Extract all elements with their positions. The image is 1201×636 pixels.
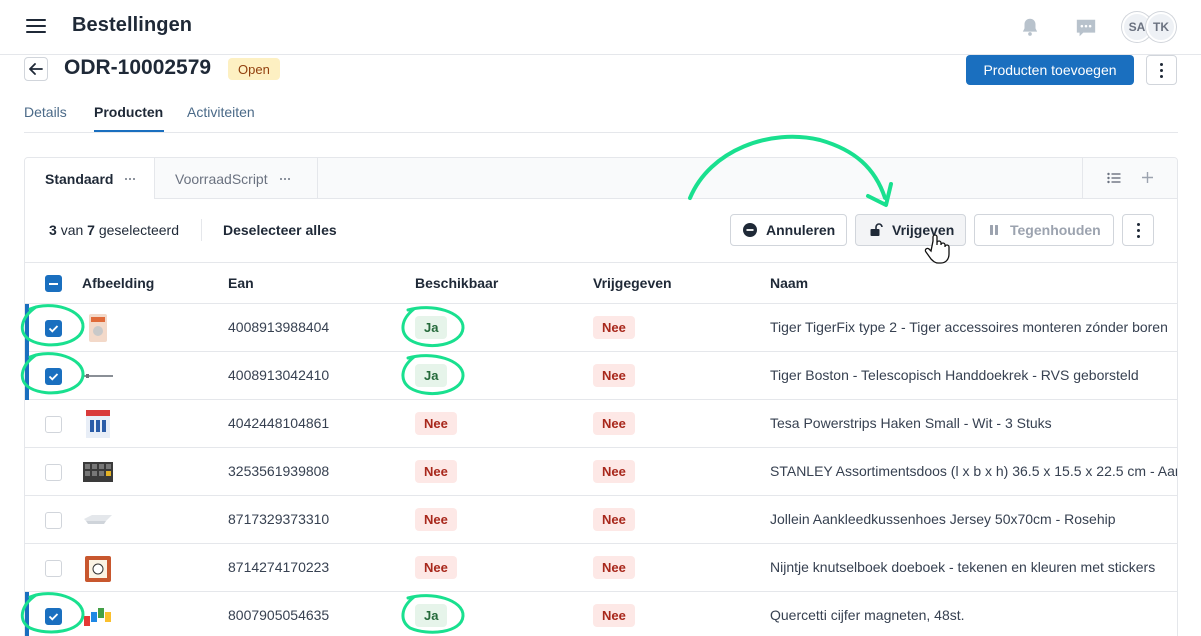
ean-cell: 4008913988404 (228, 319, 330, 335)
row-checkbox[interactable] (45, 608, 62, 625)
chat-icon[interactable] (1075, 17, 1097, 39)
more-horizontal-icon[interactable] (279, 177, 290, 180)
column-header[interactable]: Vrijgegeven (593, 275, 672, 291)
more-vertical-icon (1160, 62, 1163, 78)
add-products-button[interactable]: Producten toevoegen (966, 55, 1134, 85)
available-badge: Nee (415, 508, 457, 531)
released-badge: Nee (593, 364, 635, 387)
release-button[interactable]: Vrijgeven (855, 214, 966, 246)
product-name-cell: Tesa Powerstrips Haken Small - Wit - 3 S… (770, 415, 1052, 431)
row-checkbox[interactable] (45, 320, 62, 337)
top-bar: Bestellingen SA TK (0, 0, 1201, 55)
released-badge: Nee (593, 412, 635, 435)
table-row[interactable]: 4042448104861 Nee Nee Tesa Powerstrips H… (25, 400, 1177, 448)
table-row[interactable]: 8007905054635 Ja Nee Quercetti cijfer ma… (25, 592, 1177, 636)
tab-producten[interactable]: Producten (94, 104, 163, 120)
column-header[interactable]: Afbeelding (82, 275, 154, 291)
available-badge: Ja (415, 604, 448, 627)
selection-count: 3 van 7 geselecteerd (49, 222, 180, 238)
table-row[interactable]: 8714274170223 Nee Nee Nijntje knutselboe… (25, 544, 1177, 592)
tab-activiteiten[interactable]: Activiteiten (187, 104, 255, 120)
row-checkbox[interactable] (45, 368, 62, 385)
row-checkbox[interactable] (45, 464, 62, 481)
product-name-cell: STANLEY Assortimentsdoos (l x b x h) 36.… (770, 463, 1177, 479)
more-actions-button[interactable] (1122, 214, 1154, 246)
more-vertical-icon (1136, 222, 1140, 238)
ean-cell: 4008913042410 (228, 367, 330, 383)
available-badge: Ja (415, 364, 448, 387)
product-name-cell: Tiger TigerFix type 2 - Tiger accessoire… (770, 319, 1168, 335)
product-thumbnail (86, 410, 110, 438)
minus-circle-icon (743, 223, 757, 237)
column-header[interactable]: Ean (228, 275, 254, 291)
divider (201, 219, 202, 241)
products-panel: Standaard VoorraadScript 3 van 7 geselec… (24, 157, 1178, 636)
status-badge: Open (228, 58, 280, 80)
view-tab-standaard[interactable]: Standaard (25, 158, 155, 200)
select-all-checkbox[interactable] (45, 275, 62, 292)
tab-bar: Details Producten Activiteiten (24, 93, 1178, 133)
column-header[interactable]: Naam (770, 275, 808, 291)
table-row[interactable]: 4008913042410 Ja Nee Tiger Boston - Tele… (25, 352, 1177, 400)
ean-cell: 8007905054635 (228, 607, 330, 623)
product-name-cell: Jollein Aankleedkussenhoes Jersey 50x70c… (770, 511, 1116, 527)
product-name-cell: Nijntje knutselboek doeboek - tekenen en… (770, 559, 1156, 575)
available-badge: Nee (415, 556, 457, 579)
column-header[interactable]: Beschikbaar (415, 275, 498, 291)
plus-icon[interactable] (1141, 171, 1154, 184)
row-checkbox[interactable] (45, 560, 62, 577)
ean-cell: 3253561939808 (228, 463, 330, 479)
order-id: ODR-10002579 (64, 56, 212, 79)
view-tab-label: VoorraadScript (175, 170, 268, 187)
view-tab-label: Standaard (45, 171, 114, 187)
ean-cell: 8714274170223 (228, 559, 330, 575)
unlock-icon (870, 223, 883, 236)
product-name-cell: Tiger Boston - Telescopisch Handdoekrek … (770, 367, 1139, 383)
released-badge: Nee (593, 460, 635, 483)
bell-icon[interactable] (1019, 16, 1041, 38)
available-badge: Nee (415, 460, 457, 483)
row-checkbox[interactable] (45, 416, 62, 433)
back-button[interactable] (24, 57, 48, 81)
product-thumbnail (85, 556, 111, 582)
deselect-all-button[interactable]: Deselecteer alles (223, 222, 337, 238)
more-options-button[interactable] (1146, 55, 1177, 85)
released-badge: Nee (593, 556, 635, 579)
menu-icon[interactable] (26, 18, 46, 34)
table-header: Afbeelding Ean Beschikbaar Vrijgegeven N… (25, 263, 1177, 304)
more-horizontal-icon[interactable] (125, 178, 136, 180)
row-checkbox[interactable] (45, 512, 62, 529)
product-thumbnail (83, 462, 113, 482)
tab-details[interactable]: Details (24, 104, 67, 120)
tab-active-indicator (94, 130, 164, 132)
product-thumbnail (84, 608, 111, 626)
list-icon[interactable] (1107, 172, 1121, 184)
released-badge: Nee (593, 604, 635, 627)
cancel-button[interactable]: Annuleren (730, 214, 847, 246)
released-badge: Nee (593, 316, 635, 339)
arrow-left-icon (29, 63, 43, 75)
ean-cell: 4042448104861 (228, 415, 330, 431)
view-tools (1082, 158, 1177, 199)
bulk-action-toolbar: 3 van 7 geselecteerd Deselecteer alles A… (25, 199, 1177, 263)
table-row[interactable]: 3253561939808 Nee Nee STANLEY Assortimen… (25, 448, 1177, 496)
hold-button[interactable]: Tegenhouden (974, 214, 1114, 246)
available-badge: Ja (415, 316, 448, 339)
ean-cell: 8717329373310 (228, 511, 330, 527)
avatar[interactable]: TK (1146, 12, 1176, 42)
product-thumbnail (84, 515, 112, 524)
pause-icon (990, 225, 998, 235)
view-tabs: Standaard VoorraadScript (25, 158, 1177, 200)
table-row[interactable]: 4008913988404 Ja Nee Tiger TigerFix type… (25, 304, 1177, 352)
app-title: Bestellingen (72, 14, 193, 36)
table-row[interactable]: 8717329373310 Nee Nee Jollein Aankleedku… (25, 496, 1177, 544)
product-thumbnail (89, 314, 107, 342)
view-tab-voorraadscript[interactable]: VoorraadScript (155, 158, 318, 199)
product-thumbnail (83, 374, 113, 378)
available-badge: Nee (415, 412, 457, 435)
released-badge: Nee (593, 508, 635, 531)
product-name-cell: Quercetti cijfer magneten, 48st. (770, 607, 965, 623)
